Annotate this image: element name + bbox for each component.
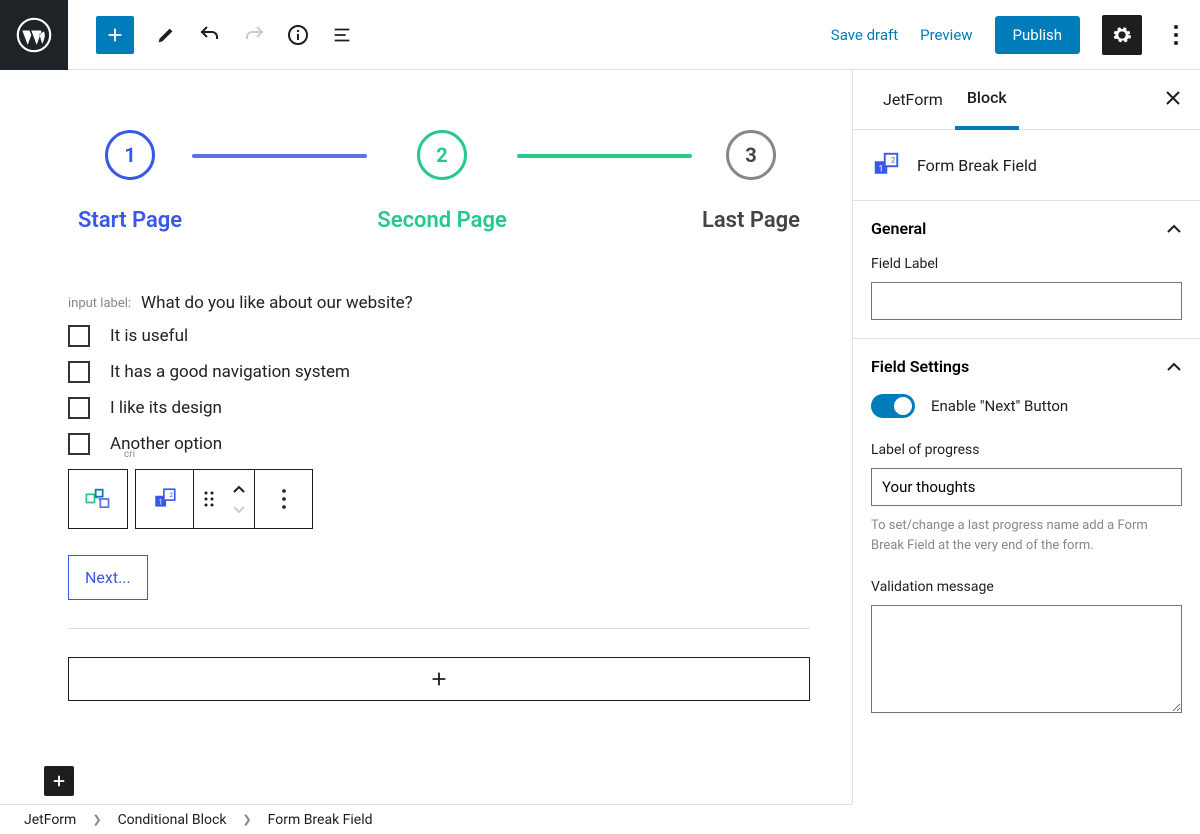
step-3-circle: 3 — [726, 130, 776, 180]
close-sidebar-icon[interactable] — [1164, 89, 1182, 111]
option-label: It has a good navigation system — [110, 362, 350, 382]
more-button[interactable] — [1164, 25, 1188, 45]
option-row[interactable]: It is useful — [68, 325, 810, 347]
checkbox[interactable] — [68, 361, 90, 383]
step-3-label: Last Page — [702, 208, 800, 233]
section-title: Field Settings — [871, 357, 969, 376]
section-title: General — [871, 219, 926, 238]
publish-button[interactable]: Publish — [995, 16, 1080, 54]
label-of-progress-label: Label of progress — [871, 442, 1182, 458]
field-label-label: Field Label — [871, 256, 1182, 272]
breadcrumb-item[interactable]: Form Break Field — [268, 812, 373, 828]
settings-button[interactable] — [1102, 15, 1142, 55]
info-icon[interactable] — [286, 23, 310, 47]
breadcrumb: JetForm ❯ Conditional Block ❯ Form Break… — [0, 804, 852, 834]
svg-text:2: 2 — [891, 156, 895, 165]
step-1-circle: 1 — [105, 130, 155, 180]
drag-handle-icon[interactable] — [194, 489, 224, 509]
block-toolbar: cri 12 — [68, 469, 810, 529]
progress-help-text: To set/change a last progress name add a… — [871, 516, 1182, 555]
option-row[interactable]: I like its design — [68, 397, 810, 419]
tab-jetform[interactable]: JetForm — [871, 70, 955, 130]
conditional-block-icon[interactable] — [69, 470, 127, 528]
checkbox[interactable] — [68, 325, 90, 347]
floating-add-button[interactable] — [44, 766, 74, 796]
breadcrumb-item[interactable]: Conditional Block — [118, 812, 227, 828]
block-title: Form Break Field — [917, 156, 1037, 175]
breadcrumb-item[interactable]: JetForm — [24, 812, 76, 828]
add-block-button[interactable] — [96, 16, 134, 54]
form-break-block-icon[interactable]: 12 — [136, 470, 194, 528]
chevron-up-icon — [1166, 224, 1182, 234]
progress-steps: 1 Start Page 2 Second Page 3 Last Page — [68, 130, 810, 293]
wordpress-logo[interactable] — [0, 0, 68, 70]
enable-next-toggle[interactable] — [871, 394, 915, 418]
option-label: It is useful — [110, 326, 188, 346]
form-break-icon: 12 — [871, 150, 901, 180]
section-field-settings-header[interactable]: Field Settings — [871, 357, 1182, 376]
svg-text:2: 2 — [169, 491, 173, 499]
redo-icon — [242, 23, 266, 47]
question-text[interactable]: What do you like about our website? — [141, 293, 413, 313]
desc-fragment: cri — [124, 449, 135, 509]
validation-message-input[interactable] — [871, 605, 1182, 713]
checkbox[interactable] — [68, 397, 90, 419]
block-options-icon[interactable] — [254, 470, 312, 528]
option-row[interactable]: It has a good navigation system — [68, 361, 810, 383]
outline-icon[interactable] — [330, 23, 354, 47]
step-connector — [192, 154, 367, 158]
edit-icon[interactable] — [154, 23, 178, 47]
input-label-prefix: input label: — [68, 296, 131, 311]
step-2-label: Second Page — [377, 208, 507, 233]
svg-text:1: 1 — [879, 164, 884, 174]
chevron-up-icon — [1166, 362, 1182, 372]
label-of-progress-input[interactable] — [871, 468, 1182, 506]
section-general-header[interactable]: General — [871, 219, 1182, 238]
field-label-input[interactable] — [871, 282, 1182, 320]
option-row[interactable]: Another option — [68, 433, 810, 455]
validation-message-label: Validation message — [871, 579, 1182, 595]
step-connector — [517, 154, 692, 158]
chevron-right-icon: ❯ — [242, 813, 251, 826]
undo-icon[interactable] — [198, 23, 222, 47]
svg-text:1: 1 — [158, 497, 162, 506]
tab-block[interactable]: Block — [955, 70, 1019, 130]
chevron-right-icon: ❯ — [92, 813, 101, 826]
checkbox[interactable] — [68, 433, 90, 455]
move-up-icon[interactable] — [232, 480, 246, 499]
option-label: I like its design — [110, 398, 222, 418]
save-draft-link[interactable]: Save draft — [831, 26, 898, 44]
enable-next-label: Enable "Next" Button — [931, 397, 1068, 415]
step-2-circle: 2 — [417, 130, 467, 180]
move-down-icon — [232, 499, 246, 518]
preview-link[interactable]: Preview — [920, 26, 972, 44]
editor-area[interactable]: 1 Start Page 2 Second Page 3 Last Page — [0, 70, 852, 804]
next-button[interactable]: Next... — [68, 555, 148, 600]
settings-sidebar: JetForm Block 12 Form Break Field Genera… — [852, 70, 1200, 804]
add-block-appender[interactable] — [68, 657, 810, 701]
step-1-label: Start Page — [78, 208, 182, 233]
